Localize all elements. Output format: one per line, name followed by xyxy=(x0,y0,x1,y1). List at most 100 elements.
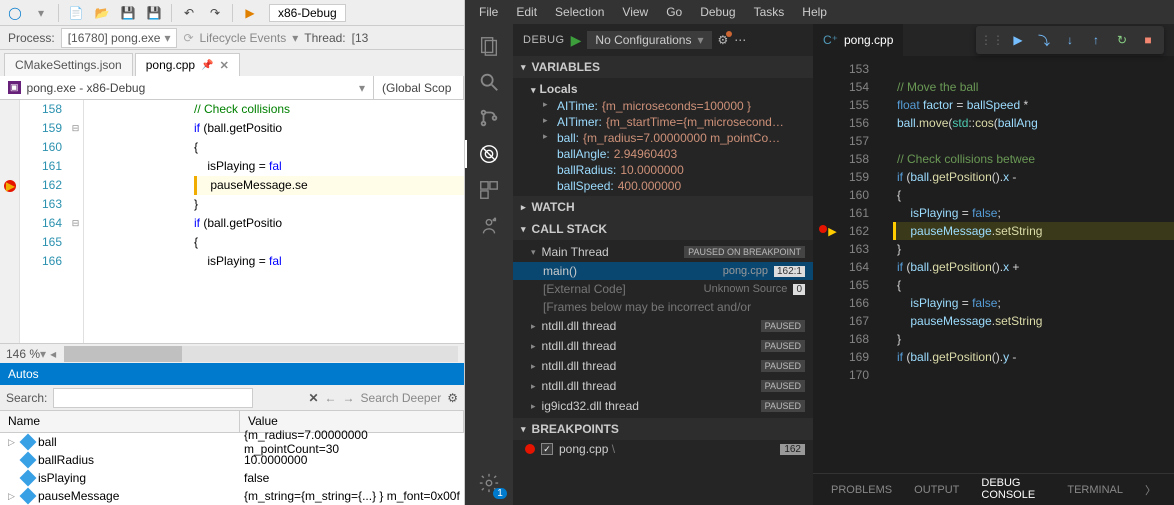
variable-row[interactable]: ballAngle: 2.94960403 xyxy=(513,146,813,162)
breakpoint-row[interactable]: ✓ pong.cpp \ 162 xyxy=(513,440,813,458)
col-name[interactable]: Name xyxy=(0,411,240,432)
thread-row[interactable]: ▸ig9icd32.dll threadPAUSED xyxy=(513,396,813,416)
back-button[interactable]: ◯ xyxy=(4,2,26,24)
settings-gear-icon[interactable]: 1 xyxy=(475,469,503,497)
menu-debug[interactable]: Debug xyxy=(692,3,743,21)
variable-row[interactable]: ballRadius: 10.0000000 xyxy=(513,162,813,178)
debug-icon[interactable] xyxy=(475,140,503,168)
thread-row[interactable]: ▸ntdll.dll threadPAUSED xyxy=(513,336,813,356)
cpp-file-icon: C⁺ xyxy=(823,33,838,47)
autos-panel-header[interactable]: Autos xyxy=(0,363,464,385)
select-startup-item-icon[interactable]: ▶ xyxy=(239,2,261,24)
variable-icon xyxy=(20,434,37,451)
menu-view[interactable]: View xyxy=(614,3,656,21)
step-out-button[interactable]: ↑ xyxy=(1084,28,1108,52)
menu-help[interactable]: Help xyxy=(794,3,835,21)
pin-icon[interactable]: 📌 xyxy=(201,60,213,71)
callstack-section-header[interactable]: ▾CALL STACK xyxy=(513,218,813,240)
autos-row[interactable]: isPlayingfalse xyxy=(0,469,464,487)
debug-config-gear-icon[interactable]: ⚙ xyxy=(718,33,729,47)
search-deeper-button[interactable]: Search Deeper xyxy=(361,391,442,405)
breakpoint-checkbox[interactable]: ✓ xyxy=(541,443,553,455)
editor-tab[interactable]: C⁺ pong.cpp xyxy=(813,24,903,56)
step-over-button[interactable]: ⤵ xyxy=(1032,28,1056,52)
vs-process-bar: Process: [16780] pong.exe▾ ⟳ Lifecycle E… xyxy=(0,26,464,50)
menu-edit[interactable]: Edit xyxy=(508,3,545,21)
search-label: Search: xyxy=(6,391,47,405)
process-dropdown[interactable]: [16780] pong.exe▾ xyxy=(61,28,178,48)
thread-row[interactable]: ▸ntdll.dll threadPAUSED xyxy=(513,356,813,376)
variable-row[interactable]: ▸ball: {m_radius=7.00000000 m_pointCo… xyxy=(513,130,813,146)
open-file-icon[interactable]: 📂 xyxy=(91,2,113,24)
breakpoints-section-header[interactable]: ▾BREAKPOINTS xyxy=(513,418,813,440)
variable-row[interactable]: ▸AITimer: {m_startTime={m_microsecond… xyxy=(513,114,813,130)
zoom-level[interactable]: 146 % xyxy=(6,347,40,361)
editor-tab[interactable]: CMakeSettings.json xyxy=(4,53,133,76)
start-debug-button[interactable]: ▶ xyxy=(571,32,582,49)
config-dropdown[interactable]: x86-Debug xyxy=(269,4,346,22)
menu-selection[interactable]: Selection xyxy=(547,3,612,21)
panel-expand-icon[interactable]: 〉 xyxy=(1135,478,1166,502)
save-all-icon[interactable]: 💾 xyxy=(143,2,165,24)
variable-icon xyxy=(20,452,37,469)
scope-project-dropdown[interactable]: ▣ pong.exe - x86-Debug ▾ xyxy=(0,76,374,99)
stack-frame[interactable]: [Frames below may be incorrect and/or xyxy=(513,298,813,316)
scope-global-dropdown[interactable]: (Global Scop xyxy=(374,76,464,99)
main-thread[interactable]: ▾ Main Thread PAUSED ON BREAKPOINT xyxy=(513,242,813,262)
redo-icon[interactable]: ↷ xyxy=(204,2,226,24)
breakpoint-line: 162 xyxy=(780,444,805,455)
editor-tab[interactable]: pong.cpp📌✕ xyxy=(135,53,240,76)
horizontal-scrollbar[interactable] xyxy=(64,346,458,362)
autos-table: Name Value ▷ball{m_radius=7.00000000 m_p… xyxy=(0,411,464,505)
variable-row[interactable]: ballSpeed: 400.000000 xyxy=(513,178,813,194)
explorer-icon[interactable] xyxy=(475,32,503,60)
vs-scope-bar: ▣ pong.exe - x86-Debug ▾ (Global Scop xyxy=(0,76,464,100)
lifecycle-events[interactable]: Lifecycle Events xyxy=(200,31,287,45)
live-share-icon[interactable] xyxy=(475,212,503,240)
variable-row[interactable]: ▸AITime: {m_microseconds=100000 } xyxy=(513,98,813,114)
step-into-button[interactable]: ↓ xyxy=(1058,28,1082,52)
stack-frame[interactable]: main()pong.cpp162:1 xyxy=(513,262,813,280)
locals-group[interactable]: ▾Locals xyxy=(513,80,813,98)
restart-button[interactable]: ↻ xyxy=(1110,28,1134,52)
autos-row[interactable]: ▷pauseMessage{m_string={m_string={...} }… xyxy=(0,487,464,505)
vs-editor-tabs: CMakeSettings.jsonpong.cpp📌✕ xyxy=(0,50,464,76)
debug-config-dropdown[interactable]: No Configurations ▾ xyxy=(587,31,711,49)
thread-row[interactable]: ▸ntdll.dll threadPAUSED xyxy=(513,376,813,396)
menu-tasks[interactable]: Tasks xyxy=(746,3,793,21)
forward-button[interactable]: ▾ xyxy=(30,2,52,24)
autos-row[interactable]: ballRadius10.0000000 xyxy=(0,451,464,469)
settings-icon[interactable]: ⚙ xyxy=(447,391,458,405)
breakpoint-icon[interactable] xyxy=(819,225,827,233)
vscode-code-editor[interactable]: ▶ 15315415515615715815916016116216316416… xyxy=(813,60,1174,473)
panel-tab-output[interactable]: OUTPUT xyxy=(904,480,969,500)
menu-go[interactable]: Go xyxy=(658,3,690,21)
new-file-icon[interactable]: 📄 xyxy=(65,2,87,24)
save-icon[interactable]: 💾 xyxy=(117,2,139,24)
undo-icon[interactable]: ↶ xyxy=(178,2,200,24)
watch-section-header[interactable]: ▸WATCH xyxy=(513,196,813,218)
search-icon[interactable] xyxy=(475,68,503,96)
clear-search-icon[interactable]: ✕ xyxy=(308,391,318,405)
debug-floating-toolbar[interactable]: ⋮⋮ ▶ ⤵ ↓ ↑ ↻ ■ xyxy=(976,26,1164,54)
panel-tab-debug-console[interactable]: DEBUG CONSOLE xyxy=(971,473,1055,505)
continue-button[interactable]: ▶ xyxy=(1006,28,1030,52)
autos-search-input[interactable] xyxy=(53,388,253,408)
toolbar-grip-icon[interactable]: ⋮⋮ xyxy=(980,33,1004,47)
thread-row[interactable]: ▸ntdll.dll threadPAUSED xyxy=(513,316,813,336)
vscode-menubar: FileEditSelectionViewGoDebugTasksHelp xyxy=(465,0,1174,24)
autos-row[interactable]: ▷ball{m_radius=7.00000000 m_pointCount=3… xyxy=(0,433,464,451)
variables-section-header[interactable]: ▾VARIABLES xyxy=(513,56,813,78)
variable-icon xyxy=(20,488,37,505)
extensions-icon[interactable] xyxy=(475,176,503,204)
vs-code-editor[interactable]: ▶ 158159160161162163164165166 ⊟⊟ // Chec… xyxy=(0,100,464,343)
source-control-icon[interactable] xyxy=(475,104,503,132)
menu-file[interactable]: File xyxy=(471,3,506,21)
close-icon[interactable]: ✕ xyxy=(220,59,229,72)
config-value: x86-Debug xyxy=(278,6,337,20)
panel-tab-terminal[interactable]: TERMINAL xyxy=(1057,480,1133,500)
panel-tab-problems[interactable]: PROBLEMS xyxy=(821,480,902,500)
stop-button[interactable]: ■ xyxy=(1136,28,1160,52)
stack-frame[interactable]: [External Code]Unknown Source0 xyxy=(513,280,813,298)
debug-console-icon[interactable]: ⋯ xyxy=(734,33,746,47)
